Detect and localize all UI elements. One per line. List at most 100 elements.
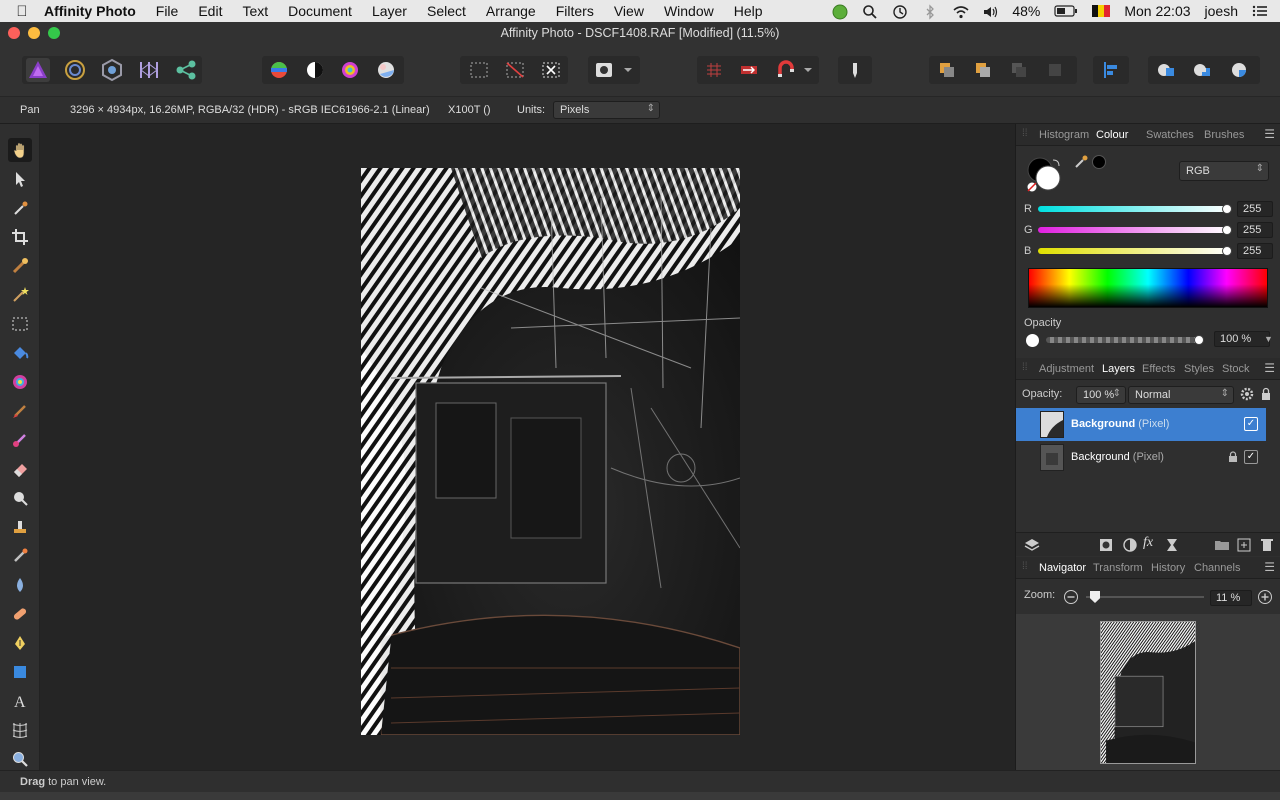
tab-colour[interactable]: Colour (1096, 129, 1128, 141)
move-tool-icon[interactable] (8, 167, 32, 191)
layer-locked-icon[interactable] (1228, 451, 1238, 466)
tab-brushes[interactable]: Brushes (1204, 129, 1244, 141)
move-back-one-icon[interactable] (971, 58, 995, 82)
assistant-icon[interactable] (737, 58, 761, 82)
boolean-add-icon[interactable] (1154, 58, 1178, 82)
colour-opacity-dropdown-icon[interactable]: ▼ (1264, 334, 1273, 344)
layer-lock-icon[interactable] (1260, 387, 1272, 404)
pressure-icon[interactable] (843, 58, 867, 82)
tab-swatches[interactable]: Swatches (1146, 129, 1194, 141)
mesh-warp-tool-icon[interactable] (8, 718, 32, 742)
channel-g-value[interactable]: 255 (1237, 222, 1273, 238)
panel-menu-icon[interactable]: ☰ (1264, 361, 1275, 375)
tab-histogram[interactable]: Histogram (1039, 129, 1089, 141)
menu-window[interactable]: Window (654, 3, 724, 19)
green-dot-icon[interactable] (832, 4, 848, 20)
tab-channels[interactable]: Channels (1194, 562, 1240, 574)
zoom-value[interactable]: 11 % (1210, 590, 1252, 606)
live-filter-icon[interactable] (1164, 537, 1180, 556)
boolean-intersect-icon[interactable] (1227, 58, 1251, 82)
canvas-area[interactable] (40, 124, 1015, 770)
marquee-tool-icon[interactable] (8, 312, 32, 336)
quick-mask-dropdown-icon[interactable] (620, 58, 636, 82)
panel-grip-icon[interactable]: ⁞⁞ (1022, 362, 1028, 373)
layer-stack-icon[interactable] (1024, 537, 1040, 556)
group-layers-icon[interactable] (1214, 537, 1230, 556)
develop-persona-icon[interactable] (100, 58, 124, 82)
zoom-window-button[interactable] (48, 27, 60, 39)
channel-r-slider[interactable] (1038, 204, 1232, 214)
move-to-front-icon[interactable] (1043, 58, 1067, 82)
layer-visibility-checkbox[interactable]: ✓ (1244, 450, 1258, 464)
tab-stock[interactable]: Stock (1222, 363, 1250, 375)
photo-persona-icon[interactable] (26, 58, 50, 82)
export-persona-icon[interactable] (174, 58, 198, 82)
document-image[interactable] (361, 168, 740, 735)
eyedropper-icon[interactable] (1073, 154, 1089, 170)
flood-fill-tool-icon[interactable] (8, 341, 32, 365)
wifi-icon[interactable] (952, 4, 969, 19)
add-pixel-layer-icon[interactable] (1236, 537, 1252, 556)
panel-grip-icon[interactable]: ⁞⁞ (1022, 128, 1028, 139)
notification-center-icon[interactable] (1252, 4, 1268, 18)
colour-wells[interactable] (1026, 154, 1076, 194)
navigator-preview-area[interactable] (1016, 614, 1280, 770)
layer-visibility-checkbox[interactable]: ✓ (1244, 417, 1258, 431)
blend-mode-select[interactable]: Normal (1128, 386, 1234, 404)
snapping-dropdown-icon[interactable] (800, 58, 816, 82)
layer-opacity-select[interactable]: 100 % (1076, 386, 1126, 404)
erase-tool-icon[interactable] (8, 457, 32, 481)
healing-brush-tool-icon[interactable] (8, 602, 32, 626)
auto-levels-icon[interactable] (267, 58, 291, 82)
panel-menu-icon[interactable]: ☰ (1264, 127, 1275, 141)
zoom-tool-icon[interactable] (8, 747, 32, 771)
layer-settings-gear-icon[interactable] (1240, 387, 1254, 404)
menu-text[interactable]: Text (232, 3, 278, 19)
mask-layer-icon[interactable] (1098, 537, 1114, 556)
liquify-persona-icon[interactable] (63, 58, 87, 82)
delete-layer-icon[interactable] (1260, 537, 1274, 556)
crop-tool-icon[interactable] (8, 225, 32, 249)
menu-arrange[interactable]: Arrange (476, 3, 546, 19)
channel-b-value[interactable]: 255 (1237, 243, 1273, 259)
tab-layers[interactable]: Layers (1102, 363, 1135, 375)
auto-white-balance-icon[interactable] (374, 58, 398, 82)
colour-spectrum[interactable] (1028, 268, 1268, 308)
move-forward-one-icon[interactable] (1007, 58, 1031, 82)
colour-opacity-value[interactable]: 100 % (1214, 331, 1270, 347)
channel-r-knob[interactable] (1222, 204, 1232, 214)
channel-b-knob[interactable] (1222, 246, 1232, 256)
apple-menu-icon[interactable]:  (0, 3, 44, 20)
menubar-clock[interactable]: Mon 22:03 (1124, 3, 1190, 19)
tab-styles[interactable]: Styles (1184, 363, 1214, 375)
channel-g-slider[interactable] (1038, 225, 1232, 235)
layer-row[interactable]: Background (Pixel) ✓ (1016, 441, 1266, 474)
app-menu[interactable]: Affinity Photo (44, 3, 146, 19)
volume-icon[interactable] (982, 4, 998, 18)
selection-brush-tool-icon[interactable] (8, 254, 32, 278)
colour-opacity-knob[interactable] (1194, 335, 1204, 345)
panel-grip-icon[interactable]: ⁞⁞ (1022, 561, 1028, 572)
units-select[interactable]: Pixels (553, 101, 660, 119)
text-tool-icon[interactable]: A (8, 689, 32, 713)
move-to-back-icon[interactable] (935, 58, 959, 82)
minimize-window-button[interactable] (28, 27, 40, 39)
marquee-select-icon[interactable] (467, 58, 491, 82)
menu-view[interactable]: View (604, 3, 654, 19)
navigator-thumbnail[interactable] (1100, 621, 1196, 764)
adjustment-layer-icon[interactable] (1122, 537, 1138, 556)
zoom-out-icon[interactable] (1063, 589, 1079, 608)
deselect-icon[interactable] (503, 58, 527, 82)
invert-selection-icon[interactable] (539, 58, 563, 82)
boolean-subtract-icon[interactable] (1190, 58, 1214, 82)
dodge-tool-icon[interactable] (8, 486, 32, 510)
picked-colour-swatch[interactable] (1092, 155, 1106, 169)
paint-brush-tool-icon[interactable] (8, 399, 32, 423)
layer-row-selected[interactable]: Background (Pixel) ✓ (1016, 408, 1266, 441)
quick-mask-icon[interactable] (592, 58, 616, 82)
menu-file[interactable]: File (146, 3, 189, 19)
tab-transform[interactable]: Transform (1093, 562, 1143, 574)
menubar-user[interactable]: joesh (1205, 3, 1238, 19)
clone-tool-icon[interactable] (8, 515, 32, 539)
fx-icon[interactable]: fx (1143, 535, 1153, 551)
